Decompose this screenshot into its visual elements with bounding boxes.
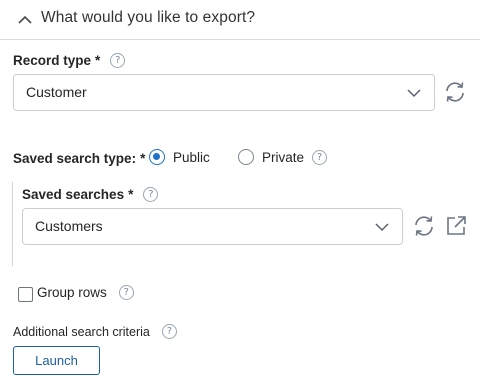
saved-searches-select[interactable]: Customers [22,208,403,245]
help-icon[interactable]: ? [110,53,126,68]
saved-search-type-label: Saved search type: * [13,151,145,166]
chevron-down-icon [407,89,421,98]
saved-searches-label-text: Saved searches [22,187,125,202]
radio-public-button[interactable] [149,149,165,165]
group-rows-label: Group rows ? [37,285,134,300]
group-rows-checkbox[interactable] [18,287,33,302]
radio-public[interactable]: Public [149,149,210,165]
required-mark: * [128,187,134,202]
export-panel: What would you like to export? Record ty… [0,0,480,389]
radio-private[interactable]: Private ? [238,149,328,165]
export-section-header[interactable]: What would you like to export? [0,0,480,40]
saved-searches-label: Saved searches * ? [22,187,159,202]
group-rows-label-text[interactable]: Group rows [37,285,107,300]
saved-search-type-label-text: Saved search type: [13,151,137,166]
refresh-icon[interactable] [412,214,436,238]
additional-criteria-label-text: Additional search criteria [13,324,150,339]
additional-criteria-label: Additional search criteria ? [13,324,177,339]
indent-divider [12,182,13,266]
help-icon[interactable]: ? [118,285,134,300]
section-title: What would you like to export? [41,9,256,26]
help-icon[interactable]: ? [161,324,177,339]
launch-button[interactable]: Launch [13,346,100,375]
chevron-up-icon[interactable] [17,12,33,28]
saved-searches-value: Customers [35,218,103,234]
record-type-label-text: Record type [13,53,92,68]
required-mark: * [95,53,101,68]
radio-private-label[interactable]: Private [262,150,304,165]
required-mark: * [140,151,146,166]
radio-public-label[interactable]: Public [173,150,210,165]
external-link-icon[interactable] [444,214,468,238]
record-type-select[interactable]: Customer [13,74,435,111]
refresh-icon[interactable] [443,80,467,104]
help-icon[interactable]: ? [143,187,159,202]
radio-private-button[interactable] [238,149,254,165]
record-type-value: Customer [26,84,87,100]
record-type-label: Record type * ? [13,53,126,68]
help-icon[interactable]: ? [312,149,328,165]
chevron-down-icon [375,223,389,232]
